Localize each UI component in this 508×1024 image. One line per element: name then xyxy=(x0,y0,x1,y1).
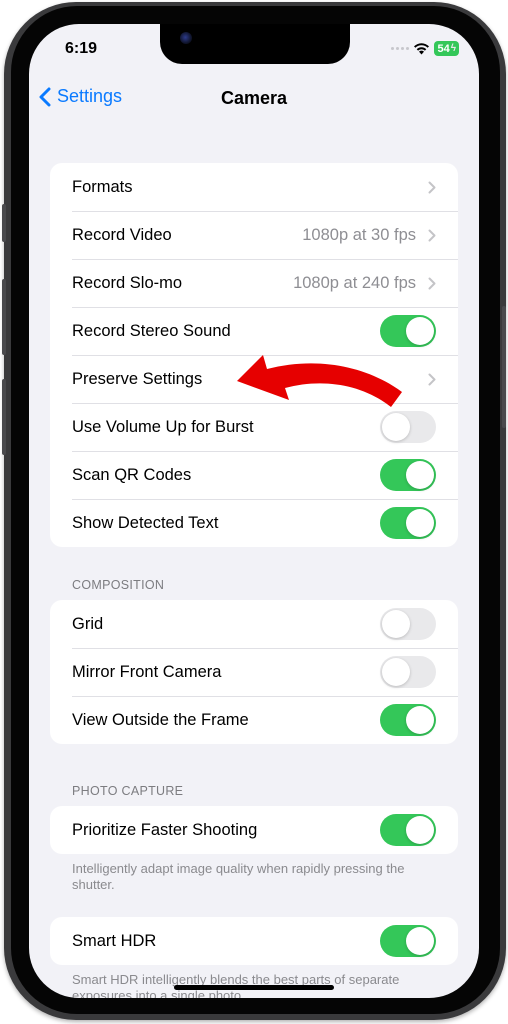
row-label: Mirror Front Camera xyxy=(72,662,222,681)
row-label: Smart HDR xyxy=(72,931,157,950)
row-label: Show Detected Text xyxy=(72,513,219,532)
signal-dots-icon xyxy=(391,47,410,50)
toggle-volume-up-burst[interactable] xyxy=(380,411,436,443)
toggle-knob xyxy=(382,413,410,441)
toggle-view-outside-frame[interactable] xyxy=(380,704,436,736)
screen: 6:19 54 ϟ Settings Camera Formats Record … xyxy=(29,24,479,998)
row-value: 1080p at 240 fps xyxy=(293,273,416,292)
toggle-knob xyxy=(406,927,434,955)
battery-charging-icon: 54 ϟ xyxy=(434,41,459,56)
row-grid: Grid xyxy=(50,600,458,648)
row-label: Record Video xyxy=(72,225,172,244)
row-view-outside-frame: View Outside the Frame xyxy=(50,696,458,744)
toggle-knob xyxy=(406,509,434,537)
notch xyxy=(160,24,350,64)
row-volume-up-burst: Use Volume Up for Burst xyxy=(50,403,458,451)
home-indicator[interactable] xyxy=(174,985,334,990)
row-scan-qr-codes: Scan QR Codes xyxy=(50,451,458,499)
row-label: Preserve Settings xyxy=(72,369,203,388)
action-button xyxy=(2,204,6,242)
row-prioritize-faster-shooting: Prioritize Faster Shooting xyxy=(50,806,458,854)
status-time: 6:19 xyxy=(65,40,98,57)
front-camera-icon xyxy=(180,32,192,44)
navigation-bar: Settings Camera xyxy=(29,86,479,116)
row-label: Record Slo-mo xyxy=(72,273,183,292)
toggle-show-detected-text[interactable] xyxy=(380,507,436,539)
section-header-composition: COMPOSITION xyxy=(72,578,165,592)
row-label: Grid xyxy=(72,614,104,633)
row-label: View Outside the Frame xyxy=(72,710,249,729)
row-record-slo-mo[interactable]: Record Slo-mo 1080p at 240 fps xyxy=(50,259,458,307)
toggle-smart-hdr[interactable] xyxy=(380,925,436,957)
volume-down-button xyxy=(2,379,6,455)
row-show-detected-text: Show Detected Text xyxy=(50,499,458,547)
chevron-right-icon xyxy=(428,229,436,241)
toggle-knob xyxy=(382,610,410,638)
row-preserve-settings[interactable]: Preserve Settings xyxy=(50,355,458,403)
row-label: Formats xyxy=(72,177,133,196)
row-label: Record Stereo Sound xyxy=(72,321,231,340)
section-header-photo-capture: PHOTO CAPTURE xyxy=(72,784,184,798)
toggle-grid[interactable] xyxy=(380,608,436,640)
toggle-prioritize-faster-shooting[interactable] xyxy=(380,814,436,846)
settings-group-composition: Grid Mirror Front Camera View Outside th… xyxy=(50,600,458,744)
chevron-right-icon xyxy=(428,373,436,385)
toggle-scan-qr-codes[interactable] xyxy=(380,459,436,491)
toggle-mirror-front-camera[interactable] xyxy=(380,656,436,688)
toggle-knob xyxy=(406,816,434,844)
status-icons: 54 ϟ xyxy=(391,41,459,56)
toggle-record-stereo-sound[interactable] xyxy=(380,315,436,347)
row-mirror-front-camera: Mirror Front Camera xyxy=(50,648,458,696)
toggle-knob xyxy=(406,317,434,345)
row-label: Use Volume Up for Burst xyxy=(72,417,254,436)
row-record-stereo-sound: Record Stereo Sound xyxy=(50,307,458,355)
settings-group-smart-hdr: Smart HDR xyxy=(50,917,458,965)
toggle-knob xyxy=(382,658,410,686)
toggle-knob xyxy=(406,461,434,489)
row-smart-hdr: Smart HDR xyxy=(50,917,458,965)
row-formats[interactable]: Formats xyxy=(50,163,458,211)
wifi-icon xyxy=(414,43,430,55)
battery-level: 54 xyxy=(437,42,450,55)
chevron-right-icon xyxy=(428,181,436,193)
volume-up-button xyxy=(2,279,6,355)
chevron-right-icon xyxy=(428,277,436,289)
power-button xyxy=(502,306,506,428)
footer-prioritize-faster-shooting: Intelligently adapt image quality when r… xyxy=(72,861,405,892)
page-title: Camera xyxy=(220,88,288,108)
row-label: Scan QR Codes xyxy=(72,465,192,484)
settings-group-general: Formats Record Video 1080p at 30 fps Rec… xyxy=(50,163,458,547)
row-value: 1080p at 30 fps xyxy=(302,225,416,244)
row-label: Prioritize Faster Shooting xyxy=(72,820,258,839)
row-record-video[interactable]: Record Video 1080p at 30 fps xyxy=(50,211,458,259)
settings-group-photo-capture: Prioritize Faster Shooting xyxy=(50,806,458,854)
toggle-knob xyxy=(406,706,434,734)
